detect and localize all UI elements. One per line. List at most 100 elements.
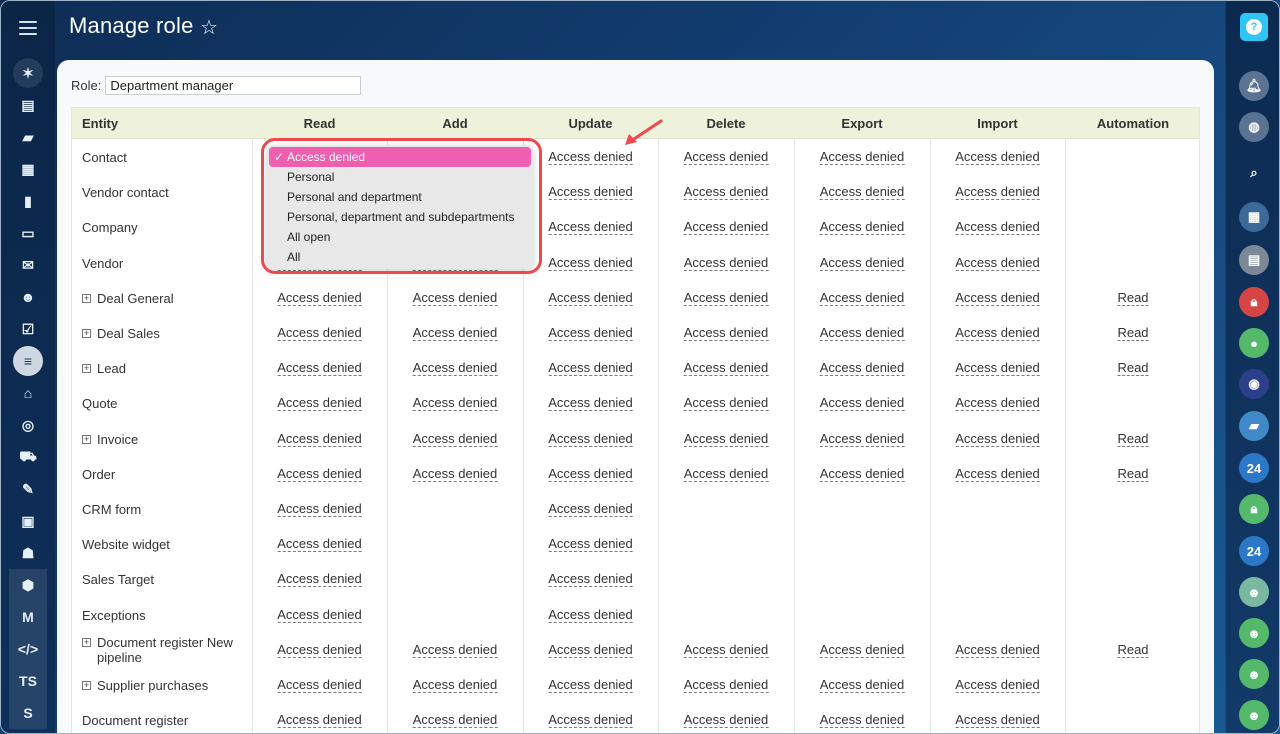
permission-import-link[interactable]: Access denied — [955, 642, 1040, 658]
permission-update-link[interactable]: Access denied — [548, 642, 633, 658]
permission-import-link[interactable]: Access denied — [955, 395, 1040, 412]
permission-export-link[interactable]: Access denied — [819, 290, 905, 306]
permission-automation-link[interactable]: Read — [1117, 290, 1149, 306]
expand-icon[interactable]: + — [82, 329, 91, 338]
permission-update-link[interactable]: Access denied — [548, 501, 633, 517]
permission-update-link[interactable]: Access denied — [548, 149, 633, 165]
sign-icon[interactable]: ✎ — [9, 473, 47, 505]
permission-read-link[interactable]: Access denied — [277, 642, 362, 658]
permission-add-link[interactable]: Access denied — [412, 360, 498, 377]
permission-update-link[interactable]: Access denied — [548, 607, 633, 623]
permission-delete-link[interactable]: Access denied — [683, 360, 769, 377]
permission-export-link[interactable]: Access denied — [819, 360, 905, 377]
tasks-icon[interactable]: ☑ — [9, 313, 47, 345]
permission-export-link[interactable]: Access denied — [819, 325, 905, 341]
permission-delete-link[interactable]: Access denied — [683, 466, 769, 482]
user-avatar-icon[interactable]: ● — [1239, 328, 1269, 358]
permission-automation-link[interactable]: Read — [1117, 360, 1149, 377]
groups-icon[interactable]: ☻ — [9, 281, 47, 313]
permission-update-link[interactable]: Access denied — [548, 536, 633, 553]
expand-icon[interactable]: + — [82, 681, 91, 690]
calendar-icon[interactable]: ▦ — [1239, 202, 1269, 232]
permission-add-link[interactable]: Access denied — [412, 466, 498, 482]
cart-icon[interactable]: ⛟ — [9, 441, 47, 473]
permission-read-link[interactable]: Access denied — [277, 536, 362, 553]
permission-add-link[interactable]: Access denied — [412, 677, 498, 693]
permission-read-link[interactable]: Access denied — [277, 325, 362, 341]
permission-export-link[interactable]: Access denied — [819, 184, 905, 201]
role-name-input[interactable] — [105, 76, 362, 95]
permission-import-link[interactable]: Access denied — [955, 184, 1040, 201]
expand-icon[interactable]: + — [82, 293, 91, 303]
permission-import-link[interactable]: Access denied — [955, 466, 1040, 482]
permission-add-link[interactable]: Access denied — [412, 290, 498, 306]
permission-add-link[interactable]: Access denied — [412, 642, 498, 658]
permission-read-link[interactable]: Access denied — [277, 501, 362, 517]
group-icon[interactable]: ☻ — [1239, 700, 1269, 730]
permission-export-link[interactable]: Access denied — [819, 255, 905, 271]
permission-update-link[interactable]: Access denied — [548, 466, 633, 482]
permission-read-link[interactable]: Access denied — [277, 571, 362, 588]
permission-import-link[interactable]: Access denied — [955, 325, 1040, 341]
permission-import-link[interactable]: Access denied — [955, 219, 1040, 236]
target-icon[interactable]: ◎ — [9, 409, 47, 441]
drive-icon[interactable]: ▭ — [9, 217, 47, 249]
box-icon[interactable]: ⬢ — [9, 569, 47, 601]
bell-icon[interactable]: 🔔︎ — [1239, 71, 1269, 101]
permission-delete-link[interactable]: Access denied — [683, 219, 769, 236]
logo-m-icon[interactable]: M — [9, 601, 47, 633]
permission-delete-link[interactable]: Access denied — [683, 149, 769, 165]
permission-update-link[interactable]: Access denied — [548, 290, 633, 306]
permission-import-link[interactable]: Access denied — [955, 677, 1040, 693]
permission-update-link[interactable]: Access denied — [548, 395, 633, 412]
permission-add-link[interactable]: Access denied — [412, 395, 498, 412]
permission-delete-link[interactable]: Access denied — [683, 290, 769, 306]
permission-update-link[interactable]: Access denied — [548, 431, 633, 447]
permission-import-link[interactable]: Access denied — [955, 360, 1040, 377]
photo-avatar-icon[interactable]: ◉ — [1239, 369, 1269, 399]
permission-automation-link[interactable]: Read — [1117, 325, 1149, 341]
star-icon[interactable]: ☆ — [200, 15, 218, 40]
permission-update-link[interactable]: Access denied — [548, 571, 633, 588]
contact-card-icon[interactable]: ▣ — [9, 505, 47, 537]
permission-update-link[interactable]: Access denied — [548, 255, 633, 271]
permission-add-link[interactable]: Access denied — [412, 712, 498, 729]
permission-read-link[interactable]: Access denied — [277, 431, 362, 447]
permission-update-link[interactable]: Access denied — [548, 712, 633, 729]
docs-icon[interactable]: ▮ — [9, 185, 47, 217]
permission-update-link[interactable]: Access denied — [548, 677, 633, 693]
permission-export-link[interactable]: Access denied — [819, 642, 905, 658]
permission-export-link[interactable]: Access denied — [819, 431, 905, 447]
permission-delete-link[interactable]: Access denied — [683, 395, 769, 412]
permission-add-link[interactable]: Access denied — [412, 431, 498, 447]
expand-icon[interactable]: + — [82, 637, 91, 647]
expand-icon[interactable]: + — [82, 434, 91, 444]
permission-update-link[interactable]: Access denied — [548, 360, 633, 377]
robot-icon[interactable]: ☗ — [9, 537, 47, 569]
permission-export-link[interactable]: Access denied — [819, 395, 905, 412]
permission-delete-link[interactable]: Access denied — [683, 677, 769, 693]
permission-delete-link[interactable]: Access denied — [683, 184, 769, 201]
search-icon[interactable]: ⌕ — [1239, 158, 1269, 188]
permission-delete-link[interactable]: Access denied — [683, 642, 769, 658]
store-icon[interactable]: ⌂ — [9, 377, 47, 409]
permission-export-link[interactable]: Access denied — [819, 677, 905, 693]
menu-icon[interactable] — [19, 21, 37, 35]
permission-update-link[interactable]: Access denied — [548, 184, 633, 201]
code-icon[interactable]: </> — [9, 633, 47, 665]
permission-export-link[interactable]: Access denied — [819, 712, 905, 729]
permission-read-link[interactable]: Access denied — [277, 712, 362, 729]
ts-shortcut[interactable]: TS — [9, 665, 47, 697]
permission-delete-link[interactable]: Access denied — [683, 431, 769, 447]
s-shortcut[interactable]: S — [9, 697, 47, 729]
permission-export-link[interactable]: Access denied — [819, 219, 905, 236]
id-card-icon[interactable]: ▤ — [1239, 245, 1269, 275]
permission-read-link[interactable]: Access denied — [277, 395, 362, 412]
feed-icon[interactable]: ▤ — [9, 89, 47, 121]
lock-icon[interactable]: 🔒︎ — [1239, 494, 1269, 524]
group-icon[interactable]: ☻ — [1239, 577, 1269, 607]
permission-read-link[interactable]: Access denied — [277, 290, 362, 306]
calendar-icon[interactable]: ▦ — [9, 153, 47, 185]
permission-automation-link[interactable]: Read — [1117, 642, 1149, 658]
lock-avatar-icon[interactable]: 🔒︎ — [1239, 287, 1269, 317]
